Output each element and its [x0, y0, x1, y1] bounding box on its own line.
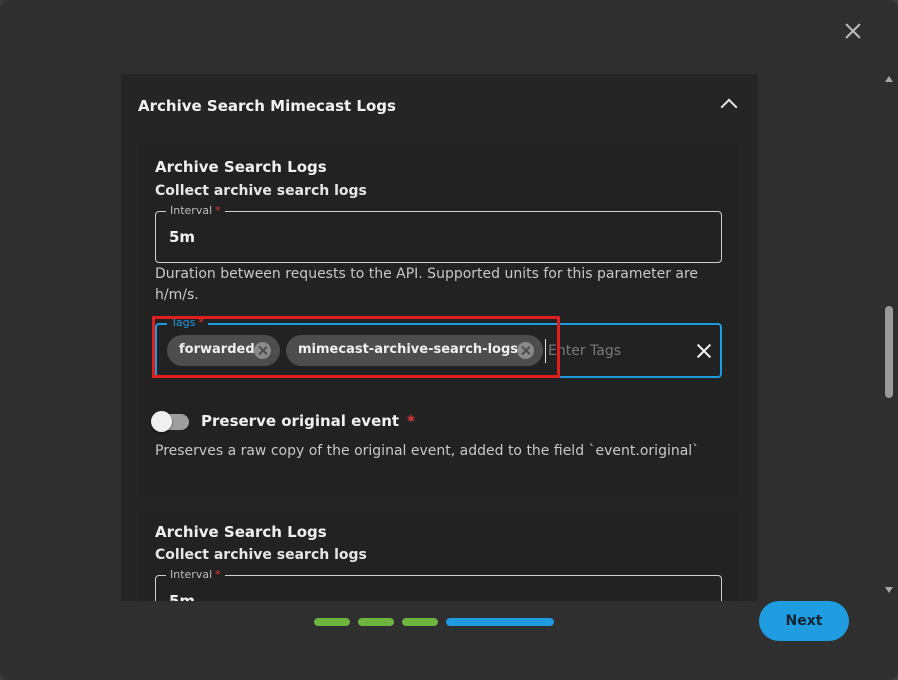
clear-tags-icon[interactable]	[696, 343, 712, 359]
tag-chip-label: forwarded	[179, 342, 255, 357]
chevron-up-icon[interactable]	[720, 98, 738, 116]
accordion-title: Archive Search Mimecast Logs	[138, 97, 396, 115]
archive-search-card: Archive Search Logs Collect archive sear…	[139, 144, 739, 496]
remove-tag-icon[interactable]	[517, 342, 534, 359]
interval-field[interactable]: Interval * 5m	[155, 204, 722, 263]
interval-help: Duration between requests to the API. Su…	[155, 266, 699, 303]
tag-chip: mimecast-archive-search-logs	[286, 335, 543, 366]
tag-chip-label: mimecast-archive-search-logs	[298, 342, 519, 357]
accordion-header[interactable]: Archive Search Mimecast Logs	[121, 74, 758, 140]
config-panel: Archive Search Mimecast Logs Archive Sea…	[121, 74, 758, 601]
interval-field[interactable]: Interval * 5m	[155, 568, 722, 601]
archive-search-card: Archive Search Logs Collect archive sear…	[139, 512, 739, 601]
modal-dialog: Archive Search Mimecast Logs Archive Sea…	[0, 0, 898, 680]
preserve-original-help: Preserves a raw copy of the original eve…	[155, 443, 700, 459]
close-icon[interactable]	[842, 20, 864, 42]
interval-value[interactable]: 5m	[169, 228, 195, 246]
tags-field[interactable]: Tags * forwarded mimecast-archive-search-…	[155, 316, 722, 378]
preserve-original-label: Preserve original event *	[201, 412, 415, 430]
preserve-original-toggle[interactable]	[151, 411, 189, 432]
toggle-knob	[151, 411, 172, 432]
scrollbar-thumb[interactable]	[885, 306, 893, 398]
interval-value[interactable]: 5m	[169, 592, 195, 601]
scroll-down-icon[interactable]	[885, 587, 893, 593]
remove-tag-icon[interactable]	[254, 342, 271, 359]
scroll-up-icon[interactable]	[885, 76, 893, 82]
card-title: Archive Search Logs	[155, 158, 327, 176]
progress-stepper	[314, 618, 554, 626]
tags-input[interactable]	[545, 339, 670, 363]
card-subtitle: Collect archive search logs	[155, 547, 367, 563]
step-indicator	[402, 618, 438, 626]
tags-label: Tags *	[167, 316, 208, 329]
step-indicator	[314, 618, 350, 626]
interval-label: Interval *	[166, 204, 225, 217]
card-subtitle: Collect archive search logs	[155, 183, 367, 199]
scrollbar[interactable]	[882, 74, 896, 596]
next-button[interactable]: Next	[759, 601, 849, 641]
interval-label: Interval *	[166, 568, 225, 581]
tag-chip: forwarded	[167, 335, 280, 366]
step-indicator-active	[446, 618, 554, 626]
step-indicator	[358, 618, 394, 626]
card-title: Archive Search Logs	[155, 523, 327, 541]
